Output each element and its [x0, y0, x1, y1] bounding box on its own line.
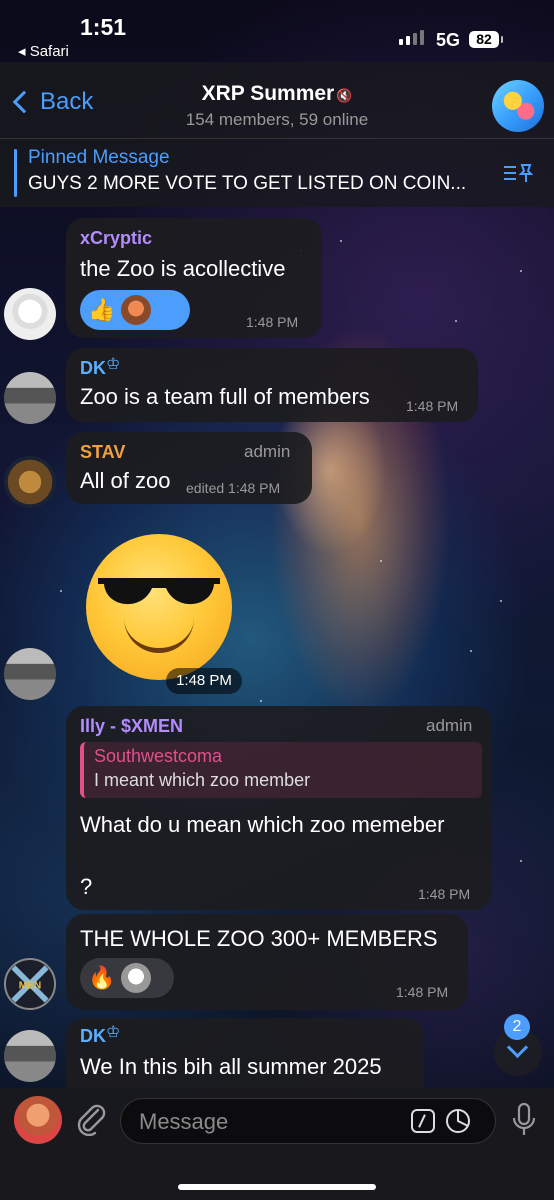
group-avatar[interactable] — [492, 80, 544, 132]
sunglasses-icon — [98, 578, 220, 605]
message-text: All of zoo — [80, 468, 171, 493]
reply-sender: Southwestcoma — [94, 746, 223, 766]
message-time: edited 1:48 PM — [186, 480, 281, 496]
bot-command-icon[interactable] — [411, 1109, 435, 1133]
pinned-list-icon[interactable] — [502, 161, 534, 183]
message-time: 1:48 PM — [418, 886, 471, 902]
reply-text: I meant which zoo member — [94, 770, 311, 790]
avatar-stav[interactable] — [4, 456, 56, 508]
admin-badge: admin — [426, 716, 473, 735]
microphone-icon[interactable] — [510, 1102, 538, 1138]
message-text: THE WHOLE ZOO 300+ MEMBERS — [80, 926, 438, 951]
message-bubble[interactable]: DK ♔ Zoo is a team full of members 1:48 … — [66, 348, 478, 422]
battery-icon: 82 — [469, 31, 503, 48]
sticker-icon[interactable] — [445, 1108, 471, 1134]
message-bubble[interactable]: THE WHOLE ZOO 300+ MEMBERS 🔥 1:48 PM — [66, 914, 468, 1010]
fire-icon: 🔥 — [88, 965, 116, 990]
chevron-down-icon — [506, 1036, 529, 1059]
composer-bar — [0, 1088, 554, 1200]
message-input[interactable] — [137, 1107, 401, 1137]
pinned-text: GUYS 2 MORE VOTE TO GET LISTED ON COIN..… — [28, 173, 467, 194]
chat-subtitle: 154 members, 59 online — [185, 110, 369, 129]
thumbs-up-icon: 👍 — [88, 297, 116, 322]
home-indicator — [178, 1184, 376, 1190]
chat-title: XRP Summer — [201, 82, 335, 105]
message-sender[interactable]: Illy - $XMEN — [80, 716, 183, 737]
signal-icon — [399, 30, 424, 45]
network-label: 5G — [436, 30, 461, 50]
smile-icon — [124, 614, 194, 653]
message-bubble[interactable]: STAV admin All of zoo edited 1:48 PM — [66, 432, 312, 504]
message-sender[interactable]: DK — [80, 358, 106, 379]
message-input-container — [120, 1098, 496, 1144]
admin-badge: admin — [244, 442, 291, 461]
sunglasses-sticker-icon[interactable] — [86, 534, 232, 680]
reactions-bar[interactable]: 👍 — [80, 290, 190, 330]
back-to-safari[interactable]: ◂ Safari — [18, 42, 69, 60]
message-sender[interactable]: DK — [80, 1026, 106, 1047]
sticker-time: 1:48 PM — [166, 668, 242, 694]
pinned-indicator — [14, 149, 17, 197]
avatar-xcryptic[interactable] — [4, 288, 56, 340]
reactor-avatar — [121, 295, 152, 325]
message-text-continued: ? — [80, 874, 93, 899]
message-text: the Zoo is acollective — [80, 256, 286, 281]
send-as-avatar[interactable] — [14, 1096, 62, 1144]
svg-text:MEN: MEN — [19, 981, 42, 992]
chat-header: Back XRP Summer 🔇 154 members, 59 online — [0, 62, 554, 138]
status-bar: 1:51 ◂ Safari 5G 82 — [0, 0, 554, 62]
message-bubble[interactable]: DK ♔ We In this bih all summer 2025 — [66, 1018, 424, 1088]
message-sender[interactable]: xCryptic — [80, 228, 152, 249]
jester-icon: ♔ — [106, 1024, 121, 1041]
message-text: We In this bih all summer 2025 — [80, 1054, 382, 1079]
avatar-dk[interactable] — [4, 1030, 56, 1082]
status-time: 1:51 — [80, 14, 127, 40]
reactor-avatar — [121, 963, 152, 993]
reply-quote[interactable]: Southwestcoma I meant which zoo member — [80, 742, 482, 798]
jester-icon: ♔ — [106, 356, 121, 373]
reactions-bar[interactable]: 🔥 — [80, 958, 174, 998]
message-bubble[interactable]: xCryptic the Zoo is acollective 👍 1:48 P… — [66, 218, 322, 338]
muted-icon: 🔇 — [336, 88, 353, 103]
pinned-label: Pinned Message — [28, 147, 170, 168]
unread-badge: 2 — [504, 1014, 530, 1040]
avatar-xmen[interactable]: MEN — [4, 958, 56, 1010]
message-time: 1:48 PM — [406, 398, 459, 414]
message-time: 1:48 PM — [246, 314, 299, 330]
avatar-dk[interactable] — [4, 648, 56, 700]
xmen-logo-icon: MEN — [11, 965, 49, 1003]
message-bubble[interactable]: Illy - $XMEN admin What do u mean which … — [66, 706, 492, 910]
avatar-dk[interactable] — [4, 372, 56, 424]
message-text: Zoo is a team full of members — [80, 384, 370, 409]
paperclip-icon[interactable] — [74, 1102, 108, 1136]
message-time: 1:48 PM — [396, 984, 449, 1000]
message-sender[interactable]: STAV — [80, 442, 125, 463]
message-text: What do u mean which zoo memeber — [80, 812, 445, 837]
pinned-message-bar[interactable]: Pinned Message GUYS 2 MORE VOTE TO GET L… — [0, 138, 554, 207]
chat-title-area[interactable]: XRP Summer 🔇 154 members, 59 online — [0, 82, 554, 130]
